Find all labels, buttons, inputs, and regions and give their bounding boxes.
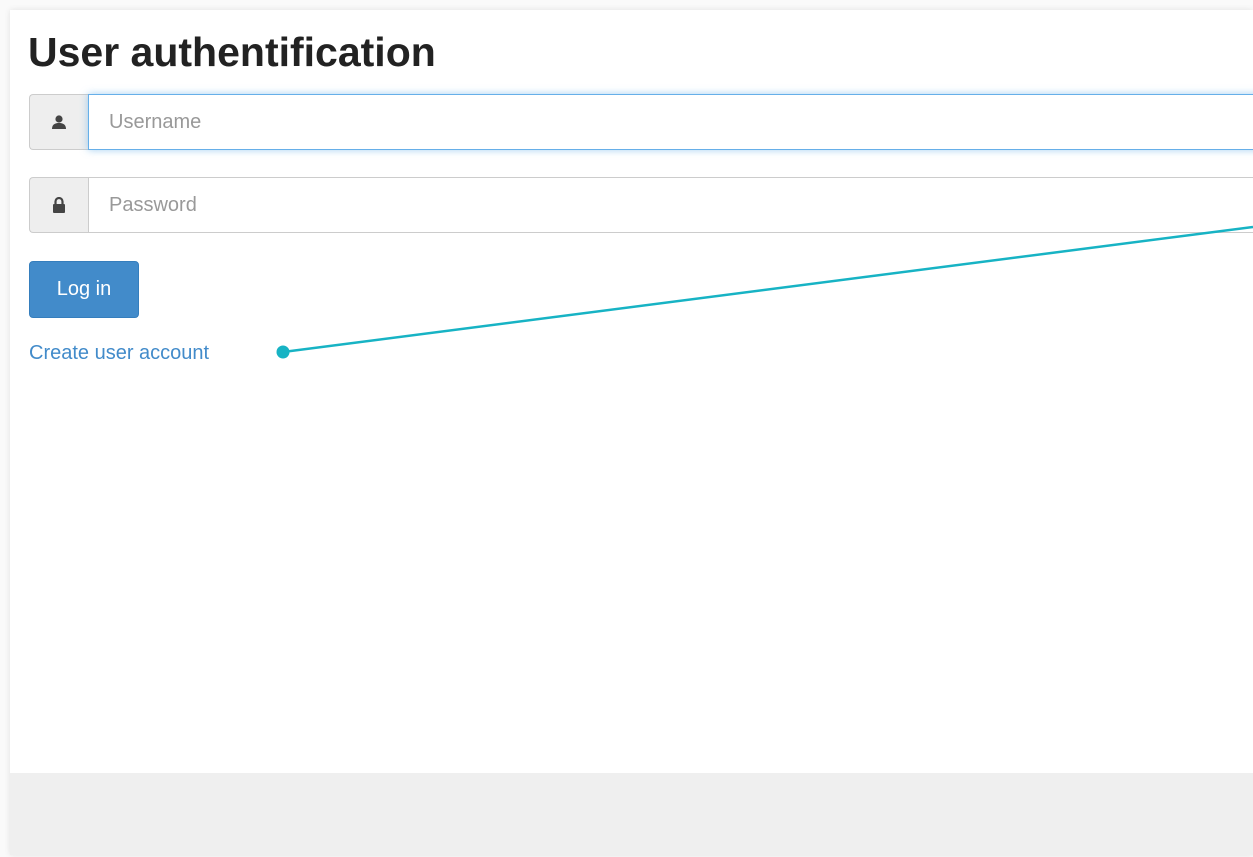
- username-input[interactable]: [88, 94, 1253, 150]
- login-button[interactable]: Log in: [29, 261, 139, 318]
- lock-icon: [29, 177, 88, 233]
- password-input[interactable]: [88, 177, 1253, 233]
- footer: [10, 773, 1253, 855]
- password-input-group: [29, 177, 1253, 233]
- login-page: User authentification Log in Create user…: [10, 10, 1253, 855]
- create-account-link[interactable]: Create user account: [29, 341, 209, 365]
- page-title: User authentification: [28, 29, 436, 75]
- username-input-group: [29, 94, 1253, 150]
- user-icon: [29, 94, 88, 150]
